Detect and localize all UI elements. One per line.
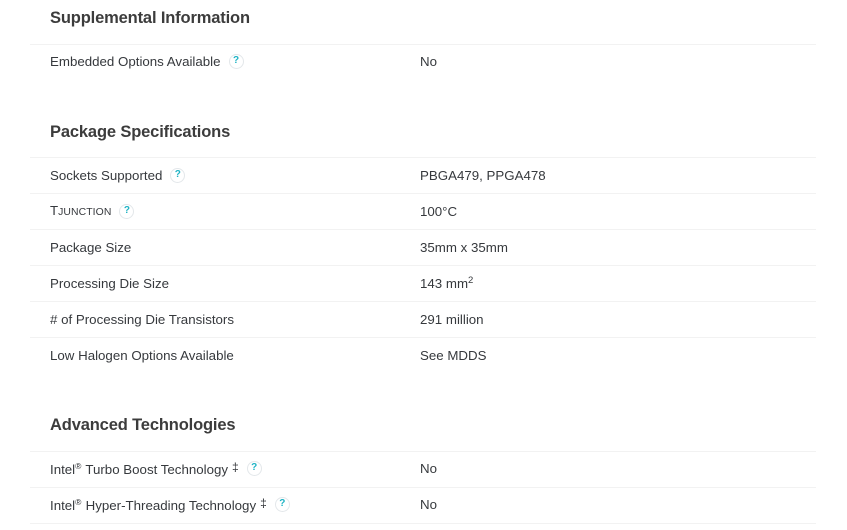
spec-value: No [420,54,437,70]
spec-value: 100°C [420,203,458,219]
spec-label-text: Sockets Supported [50,167,163,183]
spec-label: Sockets Supported ? [50,168,420,184]
spec-value-superscript: 2 [468,275,474,287]
spec-value-main: 143 mm [420,276,469,292]
spec-row: Low Halogen Options Available See MDDS [30,337,816,373]
help-icon[interactable]: ? [246,461,262,477]
help-icon[interactable]: ? [170,167,186,183]
spec-label-subscript: JUNCTION [58,207,112,219]
spec-label-text: Package Size [50,239,132,255]
spec-row: Intel® Virtualization Technology (VT-x)‡… [30,522,816,530]
footnote-marker: ‡ [260,496,267,511]
help-icon-glyph: ? [251,462,258,474]
help-icon[interactable]: ? [274,497,290,513]
spec-label-main: T [50,203,59,219]
spec-row: Intel® Turbo Boost Technology ‡ ? No [30,450,816,487]
spec-label-text: Intel® Turbo Boost Technology ‡ [50,460,239,478]
section-heading: Package Specifications [50,122,231,141]
spec-label: Low Halogen Options Available [50,348,420,364]
spec-row: TJUNCTION ? 100°C [30,193,816,229]
brand-name: Intel [50,462,76,478]
section-supplemental-information: Supplemental Information Embedded Option… [30,0,816,80]
spec-label: Package Size [50,240,420,256]
spec-label-text: Embedded Options Available [50,54,221,70]
spec-value: PBGA479, PPGA478 [420,167,546,183]
footnote-marker: ‡ [232,460,239,475]
technology-name: Turbo Boost Technology [81,462,229,478]
spec-label: # of Processing Die Transistors [50,312,420,328]
spec-label: Processing Die Size [50,276,420,292]
spec-value: 143 mm2 [420,275,816,292]
help-icon-glyph: ? [232,55,240,67]
help-icon-glyph: ? [174,168,181,180]
spec-row: Intel® Hyper-Threading Technology ‡ ? No [30,486,816,523]
spec-label-text: # of Processing Die Transistors [50,311,235,327]
spec-value: 291 million [420,311,484,327]
help-icon[interactable]: ? [228,54,244,70]
spec-label: Embedded Options Available ? [50,54,420,70]
help-icon-glyph: ? [279,498,286,510]
spec-row: # of Processing Die Transistors 291 mill… [30,301,816,337]
product-specifications-page: Supplemental Information Embedded Option… [0,0,847,530]
spec-label: Intel® Hyper-Threading Technology ‡ ? [50,496,420,514]
spec-row: Package Size 35mm x 35mm [30,229,816,265]
spec-value: See MDDS [420,347,487,363]
section-heading: Supplemental Information [50,9,250,27]
help-icon[interactable]: ? [119,203,135,219]
technology-name: Hyper-Threading Technology [81,498,257,514]
spec-row: Processing Die Size 143 mm2 [30,265,816,301]
help-icon-glyph: ? [123,204,130,216]
spec-row: Sockets Supported ? PBGA479, PPGA478 [30,157,816,193]
spec-label: Intel® Turbo Boost Technology ‡ ? [50,460,420,478]
spec-row: Embedded Options Available ? No [30,43,816,80]
spec-label: TJUNCTION ? [50,203,420,219]
spec-value: No [420,461,437,477]
brand-name: Intel [50,498,76,514]
spec-label-text: Intel® Hyper-Threading Technology ‡ [50,496,267,514]
section-advanced-technologies: Advanced Technologies Intel® Turbo Boost… [30,373,816,530]
spec-value: 35mm x 35mm [420,239,508,255]
spec-label-text: TJUNCTION [50,203,111,219]
section-heading: Advanced Technologies [50,416,236,434]
spec-value: No [420,497,437,513]
registered-trademark-icon: ® [75,461,82,472]
spec-label-text: Processing Die Size [50,275,169,291]
spec-label-text: Low Halogen Options Available [50,347,234,363]
registered-trademark-icon: ® [75,497,82,508]
section-package-specifications: Package Specifications Sockets Supported… [30,80,816,374]
